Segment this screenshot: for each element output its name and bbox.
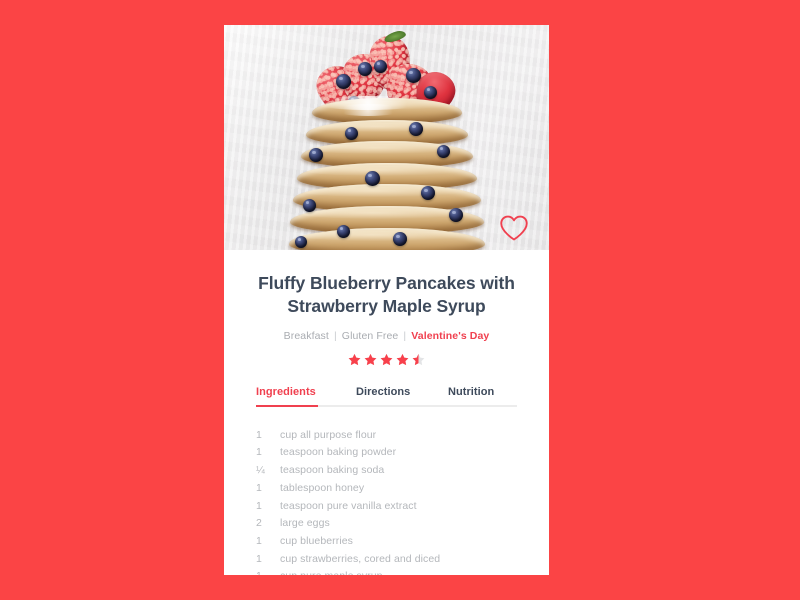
ingredient-row: 1 cup blueberries	[256, 532, 517, 550]
ingredient-quantity: 1	[256, 534, 262, 547]
ingredient-quantity: 1	[256, 571, 280, 575]
star-icon[interactable]	[396, 353, 409, 366]
card-body: Fluffy Blueberry Pancakes with Strawberr…	[224, 250, 549, 575]
meta-diet: Gluten Free	[341, 330, 399, 343]
ingredient-name: teaspoon baking powder	[280, 446, 397, 459]
ingredient-name: teaspoon baking soda	[280, 464, 385, 477]
screen: Fluffy Blueberry Pancakes with Strawberr…	[0, 0, 800, 600]
ingredient-name: tablespoon honey	[280, 481, 365, 494]
meta-occasion: Valentine's Day	[411, 330, 490, 343]
recipe-title: Fluffy Blueberry Pancakes with Strawberr…	[258, 273, 515, 317]
ingredient-row: 1 teaspoon pure vanilla extract	[256, 497, 517, 515]
meta-category: Breakfast	[283, 330, 329, 343]
star-icon[interactable]	[412, 353, 425, 366]
star-icon[interactable]	[348, 353, 361, 366]
rating-stars[interactable]	[256, 353, 517, 366]
ingredient-quantity: 1	[256, 499, 262, 512]
ingredient-quantity: ¼	[256, 464, 265, 477]
ingredient-name: cup blueberries	[280, 534, 353, 547]
ingredient-quantity: 1	[256, 552, 262, 565]
ingredient-name: cup pure maple syrup	[280, 571, 517, 575]
star-icon[interactable]	[364, 353, 377, 366]
ingredient-name: teaspoon pure vanilla extract	[280, 499, 417, 512]
ingredient-row: ¼ teaspoon baking soda	[256, 462, 517, 480]
ingredient-quantity: 1	[256, 481, 262, 494]
pancake-stack	[288, 96, 485, 250]
ingredient-quantity: 1	[256, 446, 262, 459]
ingredients-list: 1 cup all purpose flour 1 teaspoon baking p…	[256, 426, 517, 575]
favorite-button[interactable]	[499, 214, 529, 242]
ingredient-name: large eggs	[280, 517, 330, 530]
tab-directions[interactable]: Directions	[356, 386, 448, 407]
ingredient-row: 1 cup all purpose flour	[256, 426, 517, 444]
recipe-photo	[224, 25, 549, 250]
ingredient-row: 1cup pure maple syrup	[256, 568, 517, 575]
recipe-card: Fluffy Blueberry Pancakes with Strawberr…	[224, 25, 549, 575]
tab-bar: Ingredients Directions Nutrition	[256, 386, 517, 407]
ingredient-row: 1 cup strawberries, cored and diced	[256, 550, 517, 568]
recipe-meta: Breakfast | Gluten Free | Valentine's Da…	[256, 330, 517, 342]
tab-nutrition[interactable]: Nutrition	[448, 386, 494, 407]
tab-ingredients[interactable]: Ingredients	[256, 386, 356, 407]
meta-separator-1: |	[333, 330, 337, 343]
meta-separator-2: |	[403, 330, 407, 343]
tab-rule	[256, 405, 517, 408]
ingredient-row: 1 teaspoon baking powder	[256, 444, 517, 462]
ingredient-row: 2 large eggs	[256, 515, 517, 533]
heart-icon	[500, 215, 528, 241]
star-icon[interactable]	[380, 353, 393, 366]
ingredient-row: 1 tablespoon honey	[256, 479, 517, 497]
active-tab-indicator	[256, 405, 318, 408]
ingredient-name: cup all purpose flour	[280, 428, 377, 441]
ingredient-quantity: 1	[256, 428, 262, 441]
ingredient-name: cup strawberries, cored and diced	[280, 552, 441, 565]
ingredient-quantity: 2	[256, 517, 262, 530]
